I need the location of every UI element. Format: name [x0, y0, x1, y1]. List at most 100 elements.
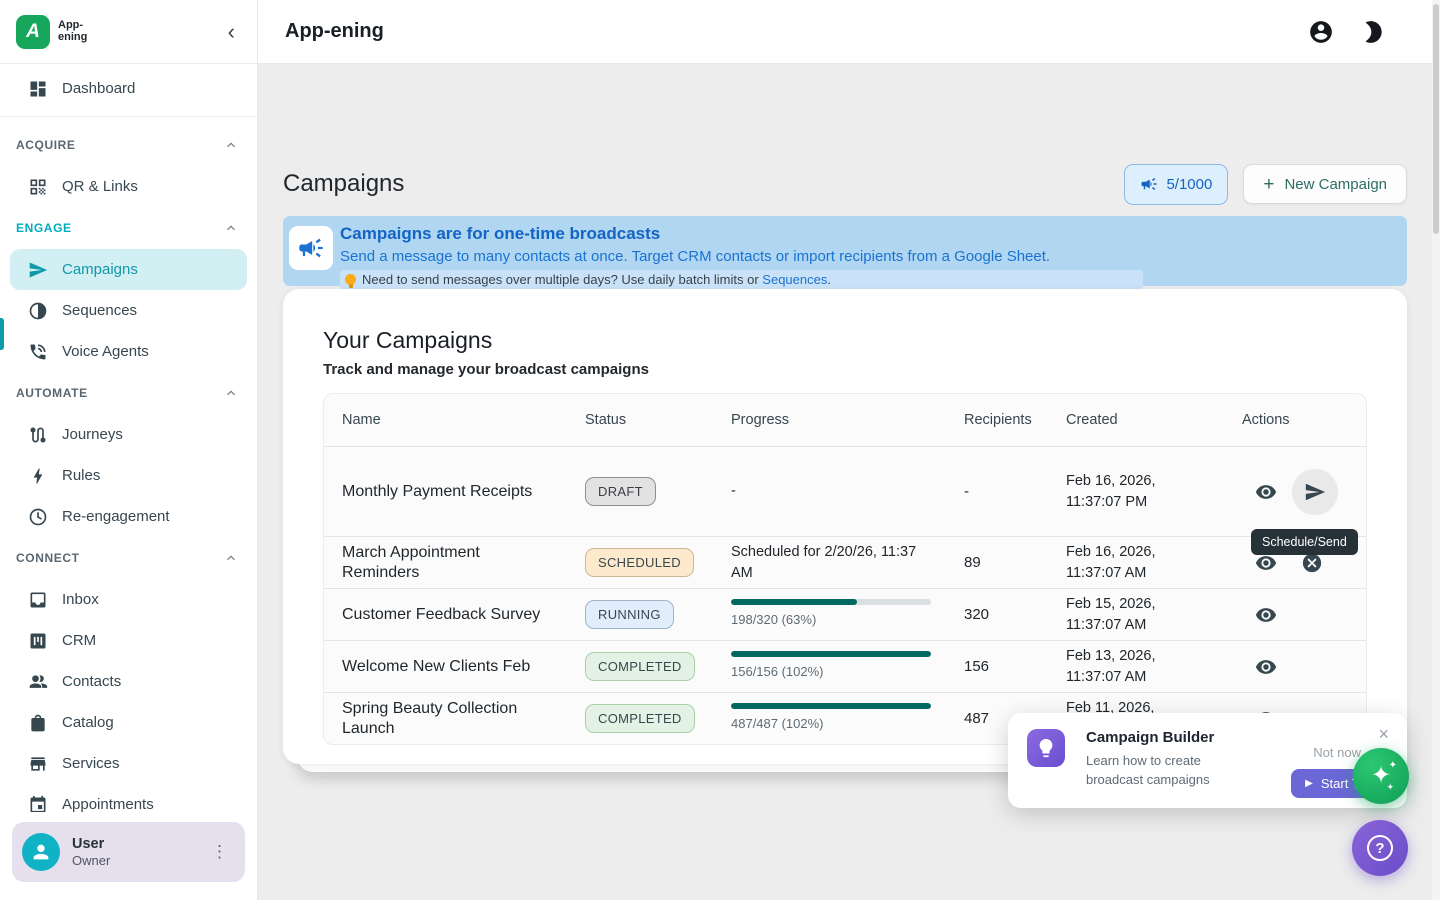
sidebar-item-re-engagement[interactable]: Re-engagement [0, 496, 257, 537]
progress-cell: 198/320 (63%) [731, 599, 964, 629]
sidebar-item-campaigns[interactable]: Campaigns [10, 249, 247, 290]
megaphone-icon [297, 234, 325, 262]
person-icon [30, 841, 52, 863]
sidebar-user-area: User Owner ⋮ [0, 812, 257, 900]
sidebar-item-appointments[interactable]: Appointments [0, 784, 257, 812]
schedule-send-button[interactable] [1292, 469, 1338, 515]
user-role: Owner [72, 853, 110, 868]
column-header-recipients: Recipients [964, 412, 1066, 428]
popup-texts: Campaign Builder Learn how to create bro… [1086, 729, 1236, 808]
play-icon: ▶ [1305, 778, 1313, 789]
sidebar-nav: Dashboard ACQUIRE QR & Links ENGAGE Camp… [0, 64, 257, 812]
not-now-button[interactable]: Not now [1313, 745, 1361, 760]
kanban-icon [28, 631, 48, 651]
sidebar-item-label: CRM [62, 632, 96, 649]
view-button[interactable] [1246, 472, 1286, 512]
progress-cell: Scheduled for 2/20/26, 11:37 AM [731, 542, 964, 583]
recipients-cell: - [964, 483, 1066, 500]
sidebar-item-label: Voice Agents [62, 343, 149, 360]
table-row[interactable]: March Appointment Reminders SCHEDULED Sc… [324, 536, 1366, 588]
banner-note-text: Need to send messages over multiple days… [362, 272, 831, 287]
sidebar-item-journeys[interactable]: Journeys [0, 414, 257, 455]
sidebar-item-contacts[interactable]: Contacts [0, 661, 257, 702]
campaign-name: Customer Feedback Survey [342, 605, 585, 625]
cancel-icon [1301, 552, 1323, 574]
sidebar-item-sequences[interactable]: Sequences [0, 290, 257, 331]
actions-cell [1242, 595, 1366, 635]
sidebar-item-label: Inbox [62, 591, 99, 608]
sidebar-item-label: Re-engagement [62, 508, 170, 525]
scrollbar-thumb[interactable] [1433, 4, 1439, 234]
sparkle-icon: ✦ [1389, 760, 1397, 771]
campaign-usage-badge[interactable]: 5/1000 [1124, 164, 1228, 205]
campaign-name: March Appointment Reminders [342, 543, 585, 583]
page-header-actions: 5/1000 + New Campaign [1124, 164, 1407, 205]
column-header-progress: Progress [731, 412, 964, 428]
section-label: CONNECT [16, 551, 80, 565]
user-menu-dots-icon[interactable]: ⋮ [205, 838, 235, 866]
sidebar-item-label: Contacts [62, 673, 121, 690]
close-icon[interactable]: × [1378, 725, 1389, 743]
dark-mode-toggle[interactable] [1360, 19, 1386, 45]
sidebar-section-automate[interactable]: AUTOMATE [0, 372, 257, 414]
sidebar-item-qr-links[interactable]: QR & Links [0, 166, 257, 207]
popup-icon-tile [1027, 729, 1065, 767]
sidebar-item-label: Appointments [62, 796, 154, 812]
table-header-row: Name Status Progress Recipients Created … [324, 394, 1366, 446]
sidebar: A App- ening ‹ Dashboard ACQUIRE QR & Li… [0, 0, 258, 900]
table-row[interactable]: Welcome New Clients Feb COMPLETED 156/15… [324, 640, 1366, 692]
user-card[interactable]: User Owner ⋮ [12, 822, 245, 882]
popup-title: Campaign Builder [1086, 729, 1236, 746]
table-row[interactable]: Monthly Payment Receipts DRAFT - - Feb 1… [324, 446, 1366, 536]
plus-icon: + [1263, 175, 1274, 194]
tooltip: Schedule/Send [1251, 529, 1358, 555]
sidebar-section-connect[interactable]: CONNECT [0, 537, 257, 579]
sequences-link[interactable]: Sequences [762, 272, 827, 287]
recipients-cell: 89 [964, 554, 1066, 571]
sidebar-item-label: Rules [62, 467, 100, 484]
chevron-up-icon [223, 550, 239, 566]
view-button[interactable] [1246, 595, 1286, 635]
dashboard-icon [28, 79, 48, 99]
ai-assistant-fab[interactable]: ✦ ✦ ✦ [1353, 748, 1409, 804]
sidebar-item-inbox[interactable]: Inbox [0, 579, 257, 620]
eye-icon [1255, 604, 1277, 626]
status-badge: RUNNING [585, 600, 674, 629]
status-badge: DRAFT [585, 477, 656, 506]
table-row[interactable]: Customer Feedback Survey RUNNING 198/320… [324, 588, 1366, 640]
actions-cell [1242, 647, 1366, 687]
section-label: ENGAGE [16, 221, 72, 235]
page-header: Campaigns 5/1000 + New Campaign [283, 156, 1407, 212]
campaign-name: Spring Beauty Collection Launch [342, 699, 585, 739]
lightbulb-icon [345, 274, 356, 285]
top-bar: App-ening [258, 0, 1432, 64]
sidebar-collapse-button[interactable]: ‹ [222, 19, 241, 45]
sidebar-section-engage[interactable]: ENGAGE [0, 207, 257, 249]
chevron-up-icon [223, 220, 239, 236]
status-badge: SCHEDULED [585, 548, 694, 577]
sidebar-logo-row: A App- ening ‹ [0, 0, 257, 64]
sidebar-item-services[interactable]: Services [0, 743, 257, 784]
megaphone-icon [1140, 175, 1158, 193]
send-icon [28, 260, 48, 280]
sidebar-item-catalog[interactable]: Catalog [0, 702, 257, 743]
brand-logo: A [16, 15, 50, 49]
eye-icon [1255, 552, 1277, 574]
view-button[interactable] [1246, 647, 1286, 687]
campaign-name: Welcome New Clients Feb [342, 657, 585, 677]
new-campaign-button[interactable]: + New Campaign [1243, 164, 1407, 204]
brand-name: App- ening [58, 20, 87, 43]
help-fab[interactable]: ? [1352, 820, 1408, 876]
window-scrollbar[interactable] [1432, 0, 1440, 900]
eye-icon [1255, 481, 1277, 503]
sidebar-item-crm[interactable]: CRM [0, 620, 257, 661]
section-label: AUTOMATE [16, 386, 88, 400]
account-button[interactable] [1308, 19, 1334, 45]
active-indicator [0, 318, 4, 350]
sidebar-item-voice-agents[interactable]: Voice Agents [0, 331, 257, 372]
campaign-name: Monthly Payment Receipts [342, 482, 585, 502]
sidebar-section-acquire[interactable]: ACQUIRE [0, 124, 257, 166]
sidebar-item-rules[interactable]: Rules [0, 455, 257, 496]
sidebar-item-dashboard[interactable]: Dashboard [0, 68, 257, 109]
actions-cell: Schedule/Send [1242, 469, 1366, 515]
